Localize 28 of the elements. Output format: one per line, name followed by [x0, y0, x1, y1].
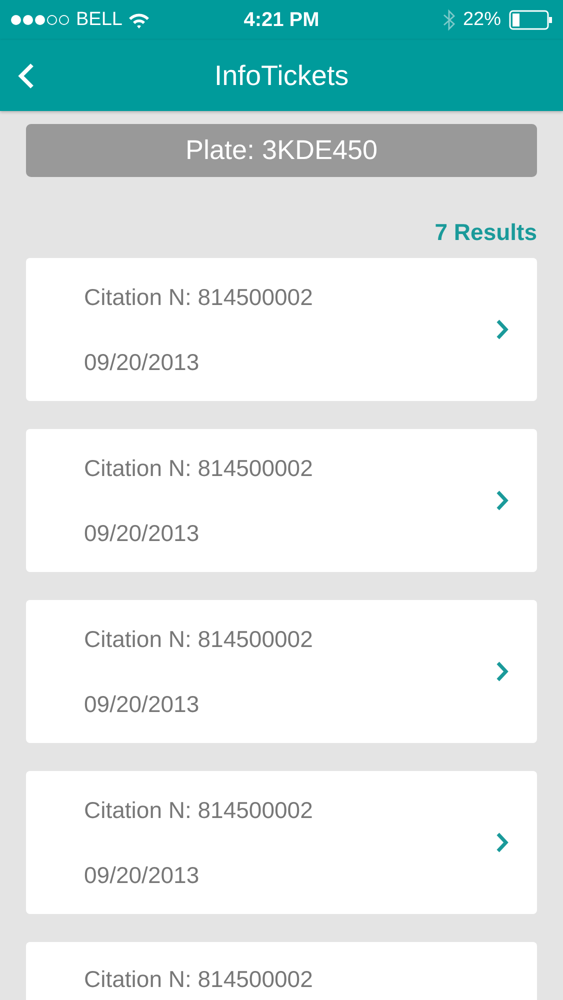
- citation-number: Citation N: 814500002: [84, 966, 314, 993]
- carrier-name: BELL: [76, 9, 122, 31]
- citation-number: Citation N: 814500002: [84, 284, 314, 310]
- results-count: 7 Results: [434, 219, 537, 246]
- wifi-icon: [128, 12, 150, 28]
- ticket-card[interactable]: Citation N: 814500002 09/20/2013: [26, 258, 537, 401]
- citation-number: Citation N: 814500002: [84, 796, 314, 824]
- screen-title: InfoTickets: [214, 60, 349, 92]
- citation-date: 09/20/2013: [84, 690, 200, 718]
- battery-percent: 22%: [462, 9, 501, 31]
- chevron-right-icon[interactable]: [496, 832, 509, 853]
- citation-date: 09/20/2013: [84, 862, 200, 888]
- chevron-right-icon[interactable]: [496, 490, 509, 511]
- clock-time: 4:21 PM: [244, 8, 320, 32]
- bluetooth-icon: [442, 9, 455, 31]
- battery-icon: [509, 10, 553, 30]
- ticket-card[interactable]: Citation N: 814500002 09/20/2013: [26, 600, 537, 743]
- ticket-card[interactable]: Citation N: 814500002: [26, 942, 537, 1000]
- signal-icon: [10, 13, 70, 27]
- plate-banner: Plate: 3KDE450: [26, 124, 537, 177]
- citation-date: 09/20/2013: [84, 520, 200, 546]
- chevron-right-icon[interactable]: [496, 661, 509, 682]
- citation-number: Citation N: 814500002: [84, 626, 314, 652]
- citation-number: Citation N: 814500002: [84, 454, 314, 482]
- ticket-card[interactable]: Citation N: 814500002 09/20/2013: [26, 429, 537, 572]
- citation-date: 09/20/2013: [84, 348, 200, 376]
- ticket-card[interactable]: Citation N: 814500002 09/20/2013: [26, 771, 537, 914]
- chevron-right-icon[interactable]: [496, 319, 509, 340]
